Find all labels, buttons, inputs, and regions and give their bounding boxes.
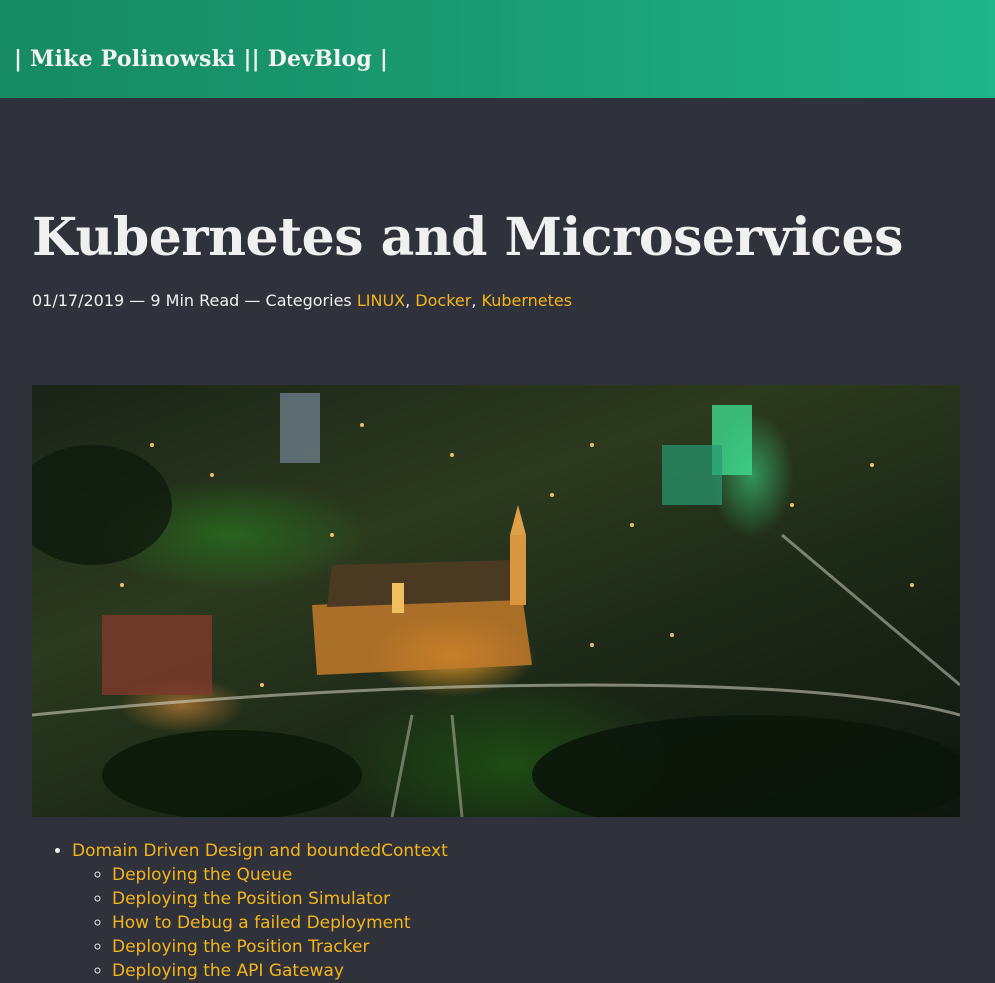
table-of-contents: Domain Driven Design and boundedContext …	[32, 839, 960, 983]
post-content: Kubernetes and Microservices 01/17/2019 …	[0, 202, 995, 983]
read-time: 9 Min Read	[150, 291, 240, 310]
post-title: Kubernetes and Microservices	[32, 207, 903, 268]
categories-label: — Categories	[239, 291, 357, 310]
site-header: | Mike Polinowski || DevBlog |	[0, 0, 995, 98]
post-meta: 01/17/2019 — 9 Min Read — Categories LIN…	[32, 289, 960, 313]
toc-subitem: Deploying the Position Tracker	[112, 935, 960, 959]
toc-link[interactable]: Domain Driven Design and boundedContext	[72, 841, 448, 861]
site-title-link[interactable]: | Mike Polinowski || DevBlog |	[14, 46, 388, 72]
toc-sublink[interactable]: Deploying the Position Tracker	[112, 937, 369, 957]
post-date: 01/17/2019	[32, 291, 125, 310]
category-comma: ,	[471, 291, 482, 310]
toc-item: Domain Driven Design and boundedContext …	[72, 839, 960, 983]
hero-image	[32, 385, 960, 817]
toc-subitem: Deploying the Queue	[112, 863, 960, 887]
category-link-linux[interactable]: LINUX	[357, 291, 405, 310]
toc-sublink[interactable]: Deploying the Queue	[112, 865, 292, 885]
toc-sublist: Deploying the Queue Deploying the Positi…	[72, 863, 960, 983]
category-link-docker[interactable]: Docker	[415, 291, 471, 310]
category-link-kubernetes[interactable]: Kubernetes	[482, 291, 573, 310]
city-night-illustration	[32, 393, 960, 817]
meta-separator: —	[124, 291, 151, 310]
toc-subitem: How to Debug a failed Deployment	[112, 911, 960, 935]
toc-sublink[interactable]: Deploying the API Gateway	[112, 961, 344, 981]
toc-subitem: Deploying the Position Simulator	[112, 887, 960, 911]
category-comma: ,	[405, 291, 416, 310]
toc-sublink[interactable]: How to Debug a failed Deployment	[112, 913, 411, 933]
toc-sublink[interactable]: Deploying the Position Simulator	[112, 889, 390, 909]
